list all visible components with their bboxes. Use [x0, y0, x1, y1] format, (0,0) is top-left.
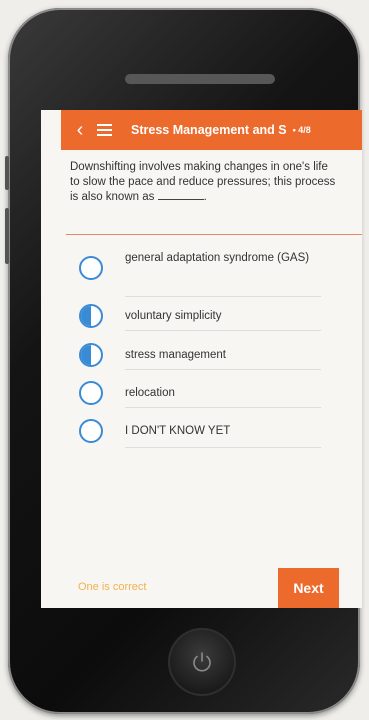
option-divider [125, 296, 321, 297]
menu-icon[interactable] [97, 124, 119, 136]
option-label: relocation [125, 387, 175, 399]
option-label: general adaptation syndrome (GAS) [125, 252, 310, 264]
option-divider [125, 330, 321, 331]
side-button [5, 208, 9, 264]
radio-button[interactable] [79, 381, 103, 405]
power-icon [193, 652, 211, 672]
question-suffix: . [203, 191, 207, 203]
divider [66, 234, 362, 235]
back-chevron-icon[interactable]: ‹ [67, 119, 93, 142]
top-bar: ‹ Stress Management and S • 4/8 [61, 110, 362, 150]
option-divider [125, 447, 321, 448]
option-label: stress management [125, 349, 226, 361]
option-divider [125, 369, 321, 370]
phone-frame: ‹ Stress Management and S • 4/8 Downshif… [5, 8, 362, 714]
home-button[interactable] [168, 628, 236, 696]
hint-text: One is correct [78, 581, 147, 593]
quiz-title: Stress Management and S [131, 123, 287, 137]
phone-speaker [125, 74, 275, 84]
answer-blank [157, 189, 204, 200]
option-label: voluntary simplicity [125, 310, 222, 322]
option-label: I DON'T KNOW YET [125, 425, 231, 437]
radio-button[interactable] [79, 343, 103, 367]
question-text: Downshifting involves making changes in … [70, 160, 340, 205]
option-divider [125, 407, 321, 408]
side-button [5, 156, 9, 190]
app-screen: ‹ Stress Management and S • 4/8 Downshif… [41, 110, 362, 608]
next-button[interactable]: Next [278, 568, 339, 608]
progress-indicator: • 4/8 [292, 125, 311, 135]
radio-button[interactable] [79, 256, 103, 280]
radio-button[interactable] [79, 419, 103, 443]
radio-button[interactable] [79, 304, 103, 328]
